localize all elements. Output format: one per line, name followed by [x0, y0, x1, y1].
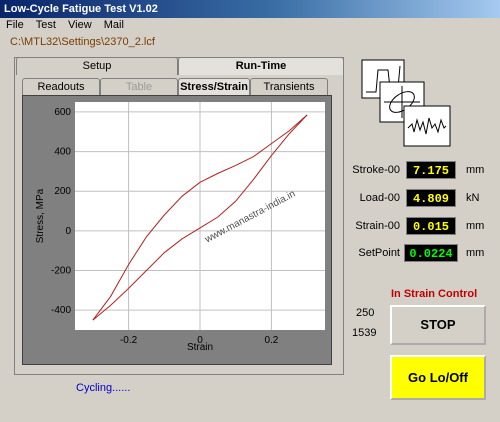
cycle-counter-2: 1539	[352, 327, 377, 339]
control-mode-status: In Strain Control	[391, 288, 478, 300]
y-tick-label: -400	[51, 305, 71, 316]
stress-strain-plot: -0.2 0 0.2 600 400 200 0 -200 -400 www.manastra-…	[22, 95, 332, 365]
load-value: 4.809	[406, 189, 456, 207]
menu-bar: File Test View Mail	[0, 18, 500, 33]
display-mode-icons[interactable]	[360, 58, 460, 150]
load-label: Load-00	[359, 192, 400, 204]
window-title: Low-Cycle Fatigue Test V1.02	[0, 0, 500, 18]
tab-stress-strain[interactable]: Stress/Strain	[178, 78, 250, 96]
load-unit: kN	[466, 192, 480, 204]
y-tick-label: 200	[54, 186, 71, 197]
stroke-unit: mm	[466, 164, 485, 176]
strain-label: Strain-00	[355, 220, 400, 232]
stroke-value: 7.175	[406, 161, 456, 179]
menu-view[interactable]: View	[68, 18, 92, 33]
tab-run-time[interactable]: Run-Time	[178, 57, 344, 75]
setpoint-unit: mm	[466, 247, 485, 259]
tab-readouts[interactable]: Readouts	[22, 78, 100, 96]
menu-test[interactable]: Test	[36, 18, 56, 33]
setpoint-value: 0.0224	[404, 244, 458, 262]
stress-strain-chart: -0.2 0 0.26004002000-200-400 www.manastra-…	[35, 102, 325, 353]
menu-file[interactable]: File	[6, 18, 24, 33]
x-tick-label: 0.2	[264, 335, 278, 346]
x-tick-label: -0.2	[120, 335, 138, 346]
x-axis-label: Strain	[187, 342, 213, 353]
y-tick-label: 400	[54, 147, 71, 158]
strain-value: 0.015	[406, 217, 456, 235]
strain-unit: mm	[466, 220, 485, 232]
setpoint-label: SetPoint	[358, 247, 400, 259]
stroke-label: Stroke-00	[352, 164, 400, 176]
tab-setup[interactable]: Setup	[16, 57, 178, 75]
tab-table: Table	[100, 78, 178, 96]
status-text: Cycling......	[76, 382, 131, 394]
y-tick-label: 0	[65, 226, 71, 237]
y-axis-label: Stress, MPa	[35, 188, 46, 243]
go-lo-off-button[interactable]: Go Lo/Off	[390, 355, 486, 400]
y-tick-label: -200	[51, 266, 71, 277]
tab-transients[interactable]: Transients	[250, 78, 328, 96]
noise-signal-icon[interactable]	[403, 105, 451, 147]
cycle-counter-1: 250	[356, 307, 375, 319]
y-tick-label: 600	[54, 107, 71, 118]
stop-button[interactable]: STOP	[390, 305, 486, 345]
settings-file-path: C:\MTL32\Settings\2370_2.lcf	[10, 36, 155, 48]
menu-mail[interactable]: Mail	[104, 18, 124, 33]
